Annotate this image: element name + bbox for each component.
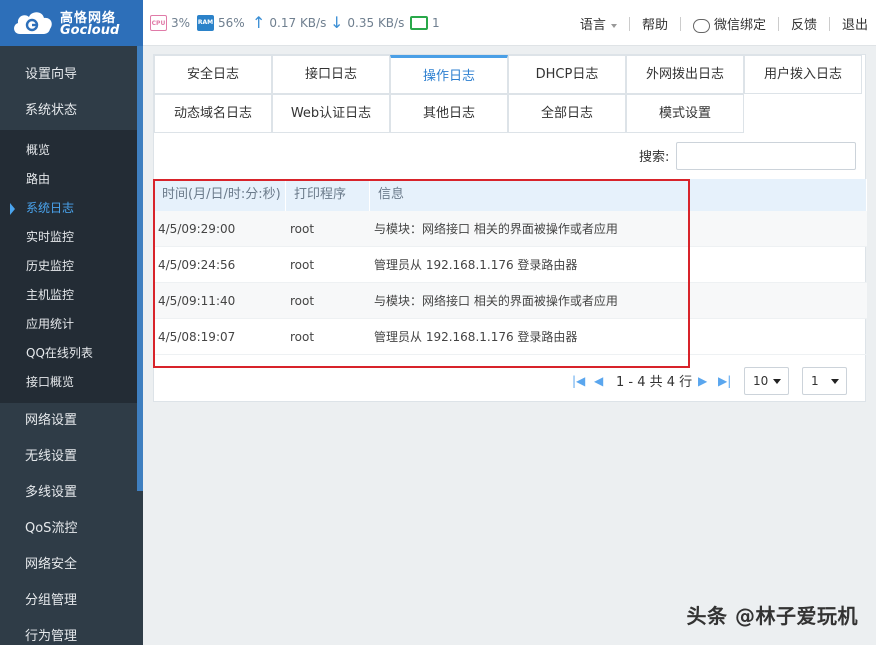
cell-message: 与模块：网络接口 相关的界面被操作或者应用 bbox=[374, 222, 618, 236]
sidebar-subitem-system-log[interactable]: 系统日志 bbox=[0, 194, 143, 223]
sidebar-item-qos[interactable]: QoS流控 bbox=[0, 511, 143, 547]
cell-time: 4/5/09:24:56 bbox=[158, 257, 236, 272]
devices-value: 1 bbox=[432, 16, 440, 30]
logout-link[interactable]: 退出 bbox=[842, 14, 868, 33]
ram-icon: RAM bbox=[197, 15, 214, 31]
cloud-logo-icon bbox=[14, 12, 52, 34]
cpu-status: CPU 3% bbox=[150, 14, 190, 32]
tab-dhcp-log[interactable]: DHCP日志 bbox=[508, 55, 626, 94]
sidebar-item-group-management[interactable]: 分组管理 bbox=[0, 583, 143, 619]
download-status: ↓ 0.35 KB/s bbox=[330, 14, 404, 32]
table-row[interactable]: 4/5/09:24:56 root 管理员从 192.168.1.176 登录路… bbox=[154, 247, 867, 283]
sidebar-item-system-status[interactable]: 系统状态 bbox=[0, 104, 143, 130]
chevron-down-icon bbox=[610, 23, 617, 28]
tab-user-dialin-log[interactable]: 用户拨入日志 bbox=[744, 55, 862, 94]
log-panel: 安全日志 接口日志 操作日志 DHCP日志 外网拨出日志 用户拨入日志 动态域名… bbox=[153, 54, 867, 402]
watermark: 头条 @林子爱玩机 bbox=[686, 604, 858, 628]
last-page-icon[interactable]: ▶| bbox=[718, 374, 731, 388]
sidebar: 设置向导 系统状态 概览 路由 系统日志 实时监控 历史监控 主机监控 应用统计… bbox=[0, 46, 143, 645]
page-info: 1 - 4 共 4 行 bbox=[616, 375, 693, 390]
cpu-icon: CPU bbox=[150, 15, 167, 31]
tab-all-log[interactable]: 全部日志 bbox=[508, 94, 626, 133]
search-input[interactable] bbox=[676, 142, 856, 170]
tab-wan-dialout-log[interactable]: 外网拨出日志 bbox=[626, 55, 744, 94]
column-header-program[interactable]: 打印程序 bbox=[286, 179, 370, 211]
download-arrow-icon: ↓ bbox=[330, 13, 344, 32]
feedback-link[interactable]: 反馈 bbox=[791, 14, 817, 33]
help-link[interactable]: 帮助 bbox=[642, 14, 668, 33]
log-table: 时间(月/日/时:分:秒) 打印程序 信息 4/5/09:29:00 root … bbox=[154, 179, 867, 355]
sidebar-item-network-settings[interactable]: 网络设置 bbox=[0, 403, 143, 439]
upload-value: 0.17 KB/s bbox=[269, 16, 327, 30]
tab-security-log[interactable]: 安全日志 bbox=[154, 55, 272, 94]
next-page-icon[interactable]: ▶ bbox=[698, 374, 707, 388]
table-row[interactable]: 4/5/09:11:40 root 与模块：网络接口 相关的界面被操作或者应用 bbox=[154, 283, 867, 319]
sidebar-subitem-realtime-monitor[interactable]: 实时监控 bbox=[0, 223, 143, 252]
cell-time: 4/5/08:19:07 bbox=[158, 329, 236, 344]
wechat-icon bbox=[692, 18, 710, 33]
sidebar-item-wireless-settings[interactable]: 无线设置 bbox=[0, 439, 143, 475]
column-header-time[interactable]: 时间(月/日/时:分:秒) bbox=[154, 179, 286, 211]
cell-time: 4/5/09:29:00 bbox=[158, 221, 236, 236]
cell-message: 与模块：网络接口 相关的界面被操作或者应用 bbox=[374, 294, 618, 308]
first-page-icon[interactable]: |◀ bbox=[572, 374, 585, 388]
tab-operation-log[interactable]: 操作日志 bbox=[390, 55, 508, 94]
tab-web-auth-log[interactable]: Web认证日志 bbox=[272, 94, 390, 133]
sidebar-submenu: 概览 路由 系统日志 实时监控 历史监控 主机监控 应用统计 QQ在线列表 接口… bbox=[0, 130, 143, 403]
pagination: |◀ ◀ 1 - 4 共 4 行 ▶ ▶| 10 1 bbox=[154, 367, 867, 395]
page-size-select[interactable]: 10 bbox=[744, 367, 789, 395]
cell-program: root bbox=[290, 257, 315, 272]
sidebar-item-behavior-management[interactable]: 行为管理 bbox=[0, 619, 143, 645]
tab-ddns-log[interactable]: 动态域名日志 bbox=[154, 94, 272, 133]
sidebar-subitem-history-monitor[interactable]: 历史监控 bbox=[0, 252, 143, 281]
sidebar-item-multiline-settings[interactable]: 多线设置 bbox=[0, 475, 143, 511]
upload-arrow-icon: ↑ bbox=[252, 13, 266, 32]
page-number-select[interactable]: 1 bbox=[802, 367, 847, 395]
tab-other-log[interactable]: 其他日志 bbox=[390, 94, 508, 133]
prev-page-icon[interactable]: ◀ bbox=[594, 374, 603, 388]
download-value: 0.35 KB/s bbox=[347, 16, 405, 30]
sidebar-subitem-interface-overview[interactable]: 接口概览 bbox=[0, 368, 143, 397]
cell-program: root bbox=[290, 329, 315, 344]
chevron-down-icon bbox=[773, 379, 781, 384]
ram-value: 56% bbox=[218, 16, 245, 30]
table-row[interactable]: 4/5/08:19:07 root 管理员从 192.168.1.176 登录路… bbox=[154, 319, 867, 355]
cpu-value: 3% bbox=[171, 16, 191, 30]
top-links: 语言 帮助 微信绑定 反馈 退出 bbox=[580, 14, 868, 33]
search-label: 搜索: bbox=[639, 150, 670, 165]
cell-time: 4/5/09:11:40 bbox=[158, 293, 236, 308]
tab-mode-settings[interactable]: 模式设置 bbox=[626, 94, 744, 133]
brand-name-en: Gocloud bbox=[60, 23, 120, 38]
cell-program: root bbox=[290, 221, 315, 236]
devices-status[interactable]: 1 bbox=[410, 14, 440, 32]
sidebar-subitem-qq-online[interactable]: QQ在线列表 bbox=[0, 339, 143, 368]
top-bar: 高恪网络 Gocloud CPU 3% RAM 56% ↑ 0.17 KB/s … bbox=[0, 0, 876, 46]
wechat-bind-link[interactable]: 微信绑定 bbox=[692, 14, 766, 33]
table-header: 时间(月/日/时:分:秒) 打印程序 信息 bbox=[154, 179, 867, 211]
sidebar-subitem-route[interactable]: 路由 bbox=[0, 165, 143, 194]
chevron-down-icon bbox=[831, 379, 839, 384]
sidebar-item-network-security[interactable]: 网络安全 bbox=[0, 547, 143, 583]
cell-message: 管理员从 192.168.1.176 登录路由器 bbox=[374, 258, 578, 272]
cell-program: root bbox=[290, 293, 315, 308]
sidebar-subitem-overview[interactable]: 概览 bbox=[0, 136, 143, 165]
monitor-icon bbox=[410, 16, 428, 30]
sidebar-item-setup-wizard[interactable]: 设置向导 bbox=[0, 46, 143, 104]
tab-interface-log[interactable]: 接口日志 bbox=[272, 55, 390, 94]
cell-message: 管理员从 192.168.1.176 登录路由器 bbox=[374, 330, 578, 344]
language-menu[interactable]: 语言 bbox=[580, 14, 617, 33]
upload-status: ↑ 0.17 KB/s bbox=[252, 14, 326, 32]
table-row[interactable]: 4/5/09:29:00 root 与模块：网络接口 相关的界面被操作或者应用 bbox=[154, 211, 867, 247]
logo[interactable]: 高恪网络 Gocloud bbox=[0, 0, 143, 46]
column-header-message[interactable]: 信息 bbox=[370, 179, 867, 211]
ram-status: RAM 56% bbox=[197, 14, 245, 32]
sidebar-subitem-host-monitor[interactable]: 主机监控 bbox=[0, 281, 143, 310]
sidebar-subitem-app-stats[interactable]: 应用统计 bbox=[0, 310, 143, 339]
